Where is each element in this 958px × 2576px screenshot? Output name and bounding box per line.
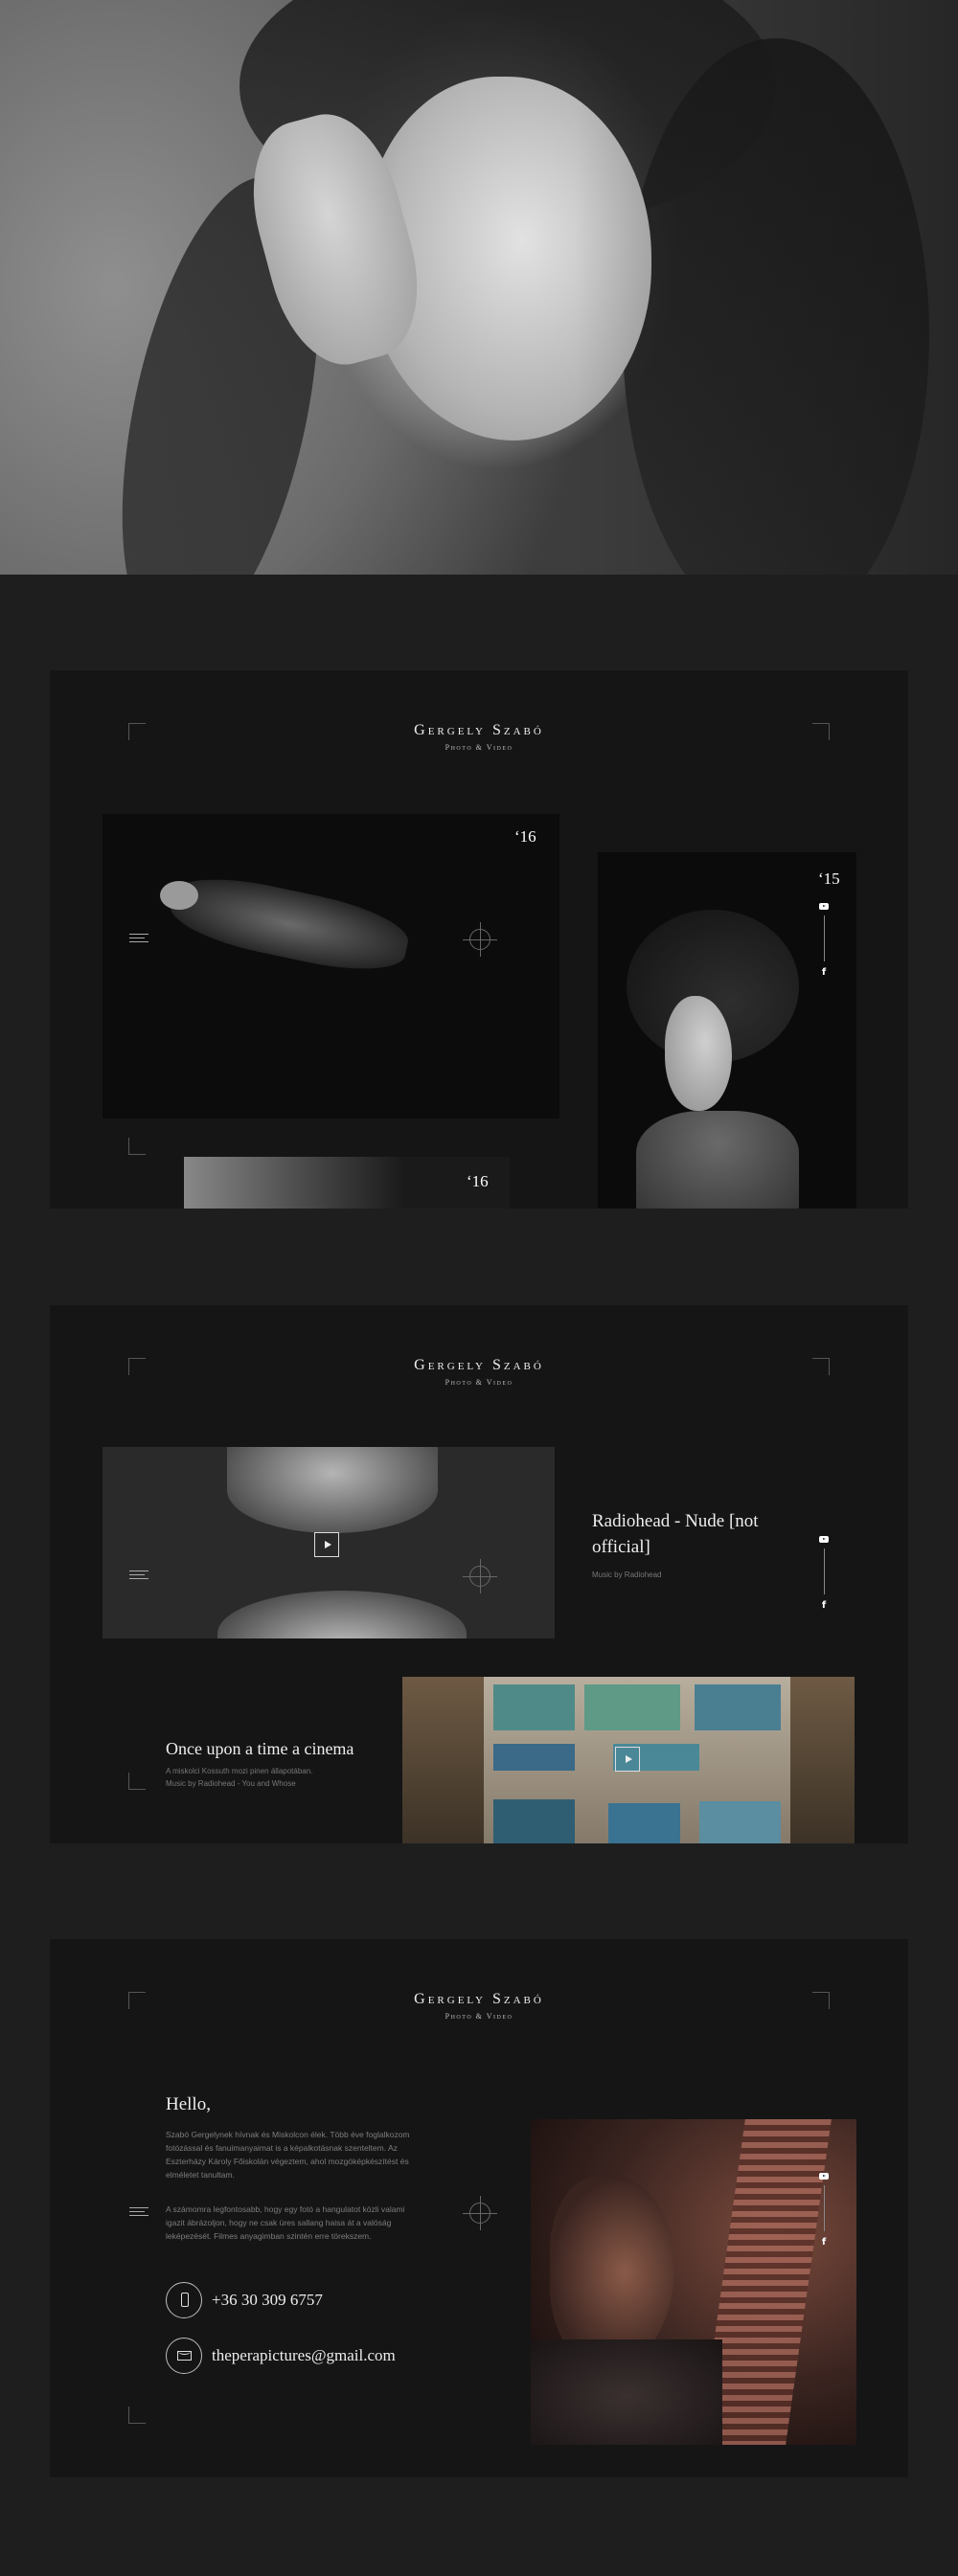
brand-logo[interactable]: Gergely Szabó Photo & Video [50, 722, 908, 752]
brand-name: Gergely Szabó [414, 1357, 544, 1373]
video-credit-2: Music by Radiohead - You and Whose [166, 1779, 296, 1788]
gallery-section: Gergely Szabó Photo & Video ‘16 ‘15 f ‘1… [50, 670, 908, 1209]
youtube-icon[interactable] [819, 2173, 829, 2180]
video-title-2[interactable]: Once upon a time a cinema [166, 1739, 354, 1759]
brand-logo[interactable]: Gergely Szabó Photo & Video [50, 1991, 908, 2021]
menu-icon[interactable] [129, 934, 148, 943]
about-greeting: Hello, [166, 2094, 211, 2114]
about-paragraph-2: A számomra legfontosabb, hogy egy fotó a… [166, 2204, 405, 2241]
gallery-card-3[interactable]: ‘16 [184, 1157, 510, 1209]
about-section: Gergely Szabó Photo & Video Hello, Szabó… [50, 1939, 908, 2477]
brand-logo[interactable]: Gergely Szabó Photo & Video [50, 1357, 908, 1387]
hero-portrait-photo [0, 0, 958, 575]
social-links: f [817, 903, 831, 978]
year-label: ‘15 [818, 870, 840, 888]
gallery-card-1[interactable]: ‘16 [103, 814, 559, 1119]
videos-section: Gergely Szabó Photo & Video Radiohead - … [50, 1305, 908, 1843]
year-label: ‘16 [467, 1172, 489, 1190]
social-links: f [817, 1536, 831, 1611]
play-icon[interactable] [314, 1532, 339, 1557]
mail-icon [166, 2338, 202, 2374]
video-credit-1: Music by Radiohead [592, 1570, 662, 1579]
youtube-icon[interactable] [819, 903, 829, 910]
frame-corner [128, 2407, 146, 2424]
year-label: ‘16 [514, 827, 536, 846]
phone-link[interactable]: +36 30 309 6757 [212, 2291, 323, 2310]
facebook-icon[interactable]: f [817, 2237, 831, 2248]
menu-icon[interactable] [129, 1570, 148, 1580]
brand-subtitle: Photo & Video [445, 1378, 513, 1387]
menu-icon[interactable] [129, 2207, 148, 2217]
frame-corner [128, 1773, 146, 1790]
crosshair-icon [463, 922, 497, 957]
crosshair-icon [463, 1559, 497, 1593]
about-paragraph-1: Szabó Gergelynek hívnak és Miskolcon éle… [166, 2130, 410, 2180]
social-links: f [817, 2173, 831, 2248]
brand-subtitle: Photo & Video [445, 743, 513, 752]
brand-subtitle: Photo & Video [445, 2012, 513, 2021]
youtube-icon[interactable] [819, 1536, 829, 1543]
facebook-icon[interactable]: f [817, 1600, 831, 1611]
author-portrait-photo [531, 2119, 856, 2445]
frame-corner [128, 1138, 146, 1155]
brand-name: Gergely Szabó [414, 722, 544, 738]
crosshair-icon [463, 2196, 497, 2230]
facebook-icon[interactable]: f [817, 967, 831, 978]
video-title-1[interactable]: Radiohead - Nude [not official] [592, 1508, 784, 1560]
video-desc-2: A miskolci Kossuth mozi pinen állapotába… [166, 1767, 313, 1775]
play-icon[interactable] [615, 1747, 640, 1772]
email-link[interactable]: theperapictures@gmail.com [212, 2346, 396, 2365]
phone-icon [166, 2282, 202, 2318]
brand-name: Gergely Szabó [414, 1991, 544, 2007]
